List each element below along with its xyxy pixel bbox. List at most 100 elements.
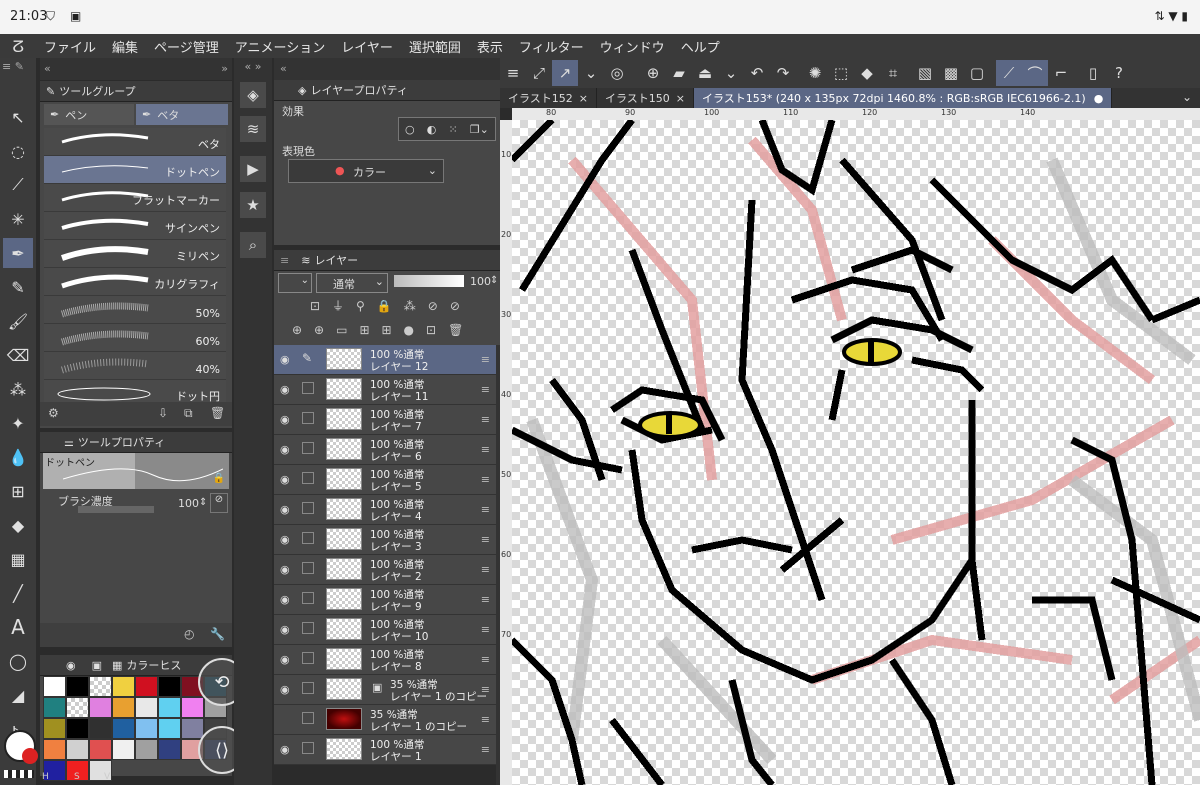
layer-row[interactable]: 35 %通常 レイヤー 1 のコピー ≡ <box>274 705 496 735</box>
gradient-tool-icon[interactable]: ▦ <box>3 544 33 574</box>
layer-menu-icon[interactable]: ≡ <box>481 353 490 366</box>
frame-tool-icon[interactable]: ◢ <box>3 680 33 710</box>
color-swatch[interactable] <box>43 739 66 760</box>
menu-view[interactable]: 表示 <box>469 37 511 56</box>
layer-row[interactable]: ◉ 100 %通常 レイヤー 3 ≡ <box>274 525 496 555</box>
brush-item[interactable]: フラットマーカー <box>44 184 226 212</box>
color-swatch[interactable] <box>135 718 158 739</box>
eye-icon[interactable]: ◉ <box>280 653 294 666</box>
layer-row[interactable]: ◉ 100 %通常 レイヤー 2 ≡ <box>274 555 496 585</box>
animation-icon[interactable]: ▶ <box>240 156 266 182</box>
tab-pen[interactable]: ✒ ペン <box>44 104 134 125</box>
menu-file[interactable]: ファイル <box>36 37 104 56</box>
layer-menu-icon[interactable]: ≡ <box>481 473 490 486</box>
layer-menu-icon[interactable]: ≡ <box>481 683 490 696</box>
color-swatch[interactable] <box>135 697 158 718</box>
color-swatch[interactable] <box>43 697 66 718</box>
layer-select-checkbox[interactable] <box>302 592 314 604</box>
layer-row[interactable]: ◉ 100 %通常 レイヤー 8 ≡ <box>274 645 496 675</box>
layer-select-checkbox[interactable] <box>302 682 314 694</box>
layer-row[interactable]: ◉ 100 %通常 レイヤー 10 ≡ <box>274 615 496 645</box>
eye-icon[interactable]: ◉ <box>280 353 294 366</box>
eye-icon[interactable]: ◉ <box>280 533 294 546</box>
menu-filter[interactable]: フィルター <box>511 37 592 56</box>
reset-icon[interactable]: ⊘ <box>210 493 228 513</box>
brush-tool-icon[interactable]: 🖌 <box>3 306 33 336</box>
color-swatch[interactable] <box>89 676 112 697</box>
color-swatch[interactable] <box>66 739 89 760</box>
color-swatch[interactable] <box>112 676 135 697</box>
line-tool-icon[interactable]: ╱ <box>3 578 33 608</box>
layer-row[interactable]: ◉ 100 %通常 レイヤー 9 ≡ <box>274 585 496 615</box>
double-chevron-left-icon[interactable]: « <box>44 62 51 75</box>
menu-layer[interactable]: レイヤー <box>333 37 401 56</box>
color-swatch[interactable] <box>181 697 204 718</box>
layer-row[interactable]: ◉▣35 %通常レイヤー 1 のコピー 2≡ <box>274 675 496 716</box>
quick-access-icon[interactable]: ↗ <box>552 60 578 86</box>
brush-item[interactable]: サインペン <box>44 212 226 240</box>
color-swatch[interactable] <box>181 718 204 739</box>
double-chevron-right-icon[interactable]: » <box>221 62 228 75</box>
eye-icon[interactable]: ◉ <box>280 563 294 576</box>
import-icon[interactable]: ⇩ <box>158 406 168 420</box>
sparkle-tool-icon[interactable]: ✦ <box>3 408 33 438</box>
open-folder-icon[interactable]: ▰ <box>666 60 692 86</box>
menu-selection[interactable]: 選択範囲 <box>401 37 469 56</box>
layer-row[interactable]: ◉ 100 %通常 レイヤー 11 ≡ <box>274 375 496 405</box>
close-icon[interactable]: × <box>676 92 685 105</box>
operation-tool-icon[interactable]: ↖ <box>3 102 33 132</box>
clear-outside-icon[interactable]: ▩ <box>938 60 964 86</box>
pen-stroke-icon[interactable]: ⟋ <box>996 60 1022 86</box>
circle-icon[interactable]: ○ <box>405 123 415 136</box>
close-icon[interactable]: × <box>579 92 588 105</box>
record-icon[interactable]: ◎ <box>604 60 630 86</box>
eye-icon[interactable]: ◉ <box>280 503 294 516</box>
layer-row[interactable]: ◉ 100 %通常 レイヤー 6 ≡ <box>274 435 496 465</box>
magic-wand-tool-icon[interactable]: ✳ <box>3 204 33 234</box>
clear-icon[interactable]: ▧ <box>912 60 938 86</box>
layer-menu-icon[interactable]: ≡ <box>481 623 490 636</box>
blend-mode-select[interactable]: 通常 ⌄ <box>316 273 388 293</box>
palette-icon[interactable]: ◉ <box>66 659 76 672</box>
color-swatch[interactable] <box>89 697 112 718</box>
menu-page[interactable]: ページ管理 <box>146 37 227 56</box>
sub-color-swatch[interactable] <box>22 748 38 764</box>
layer-row[interactable]: ◉ 100 %通常 レイヤー 7 ≡ <box>274 405 496 435</box>
wrench-icon[interactable]: 🔧 <box>210 627 225 641</box>
stack-icon[interactable]: ❐⌄ <box>470 123 489 136</box>
layers-icon[interactable]: ≋ <box>240 116 266 142</box>
tab-beta[interactable]: ✒ ベタ <box>136 104 228 125</box>
blend-tool-icon[interactable]: 💧 <box>3 442 33 472</box>
duplicate-icon[interactable]: ⧉ <box>184 406 193 421</box>
layer-menu-icon[interactable]: ≡ <box>481 713 490 726</box>
clock-icon[interactable]: ◴ <box>184 627 194 641</box>
color-swatch[interactable] <box>158 739 181 760</box>
layer-action-row[interactable]: ⊕⊕▭⊞⊞●⊡🗑 <box>292 323 475 337</box>
layer-menu-icon[interactable]: ≡ <box>481 413 490 426</box>
collapse-icon[interactable]: ≡ ✎ <box>2 60 24 73</box>
layer-select-checkbox[interactable] <box>302 622 314 634</box>
layer-menu-icon[interactable]: ≡ <box>481 503 490 516</box>
stepper-icon[interactable]: ⇕ <box>490 275 498 286</box>
decoration-tool-icon[interactable]: ⁂ <box>3 374 33 404</box>
menu-edit[interactable]: 編集 <box>104 37 146 56</box>
layer-color-select[interactable]: ⌄ <box>278 273 312 293</box>
opacity-value[interactable]: 100 <box>470 275 491 288</box>
pencil-tool-icon[interactable]: ✎ <box>3 272 33 302</box>
eye-icon[interactable]: ◉ <box>280 623 294 636</box>
layer-row[interactable]: ◉ 100 %通常 レイヤー 5 ≡ <box>274 465 496 495</box>
eye-icon[interactable]: ◉ <box>280 683 294 696</box>
settings-icon[interactable]: ⚙ <box>48 406 59 420</box>
brush-item[interactable]: カリグラフィ <box>44 268 226 296</box>
device-icon[interactable]: ▯ <box>1080 60 1106 86</box>
half-circle-icon[interactable]: ◐ <box>427 123 437 136</box>
color-swatch[interactable] <box>112 739 135 760</box>
eye-icon[interactable]: ◉ <box>280 383 294 396</box>
eye-icon[interactable]: ◉ <box>280 743 294 756</box>
eye-icon[interactable]: ◉ <box>280 593 294 606</box>
undo-icon[interactable]: ↶ <box>744 60 770 86</box>
layer-select-checkbox[interactable] <box>302 712 314 724</box>
double-chevron-left-icon[interactable]: « <box>280 62 287 75</box>
menu-animation[interactable]: アニメーション <box>227 37 333 56</box>
tab-illust153[interactable]: イラスト153* (240 x 135px 72dpi 1460.8% : RG… <box>694 88 1113 108</box>
